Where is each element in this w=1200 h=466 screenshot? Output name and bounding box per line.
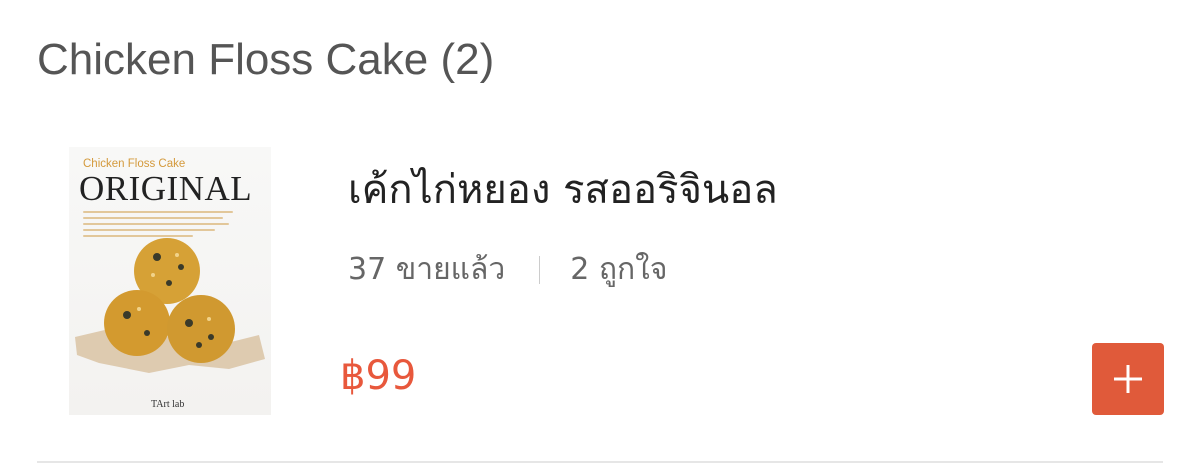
image-brand: TArt lab [151, 399, 185, 410]
product-image[interactable]: Chicken Floss Cake ORIGINAL TArt lab [69, 147, 271, 415]
sold-count: 37 ขายแล้ว [348, 252, 506, 287]
bottom-divider [37, 461, 1163, 463]
likes-count: 2 ถูกใจ [570, 252, 668, 287]
product-meta: 37 ขายแล้ว 2 ถูกใจ [348, 246, 667, 293]
add-to-cart-button[interactable] [1092, 343, 1164, 415]
product-name[interactable]: เค้กไก่หยอง รสออริจินอล [348, 164, 778, 216]
image-title: ORIGINAL [79, 169, 253, 208]
product-card[interactable]: Chicken Floss Cake ORIGINAL TArt lab เค้… [0, 120, 1200, 466]
section-title: Chicken Floss Cake (2) [37, 35, 495, 84]
cake-balls-illustration [75, 238, 265, 373]
product-price: ฿99 [340, 353, 417, 399]
meta-divider [539, 255, 541, 284]
plus-icon [1114, 365, 1142, 393]
